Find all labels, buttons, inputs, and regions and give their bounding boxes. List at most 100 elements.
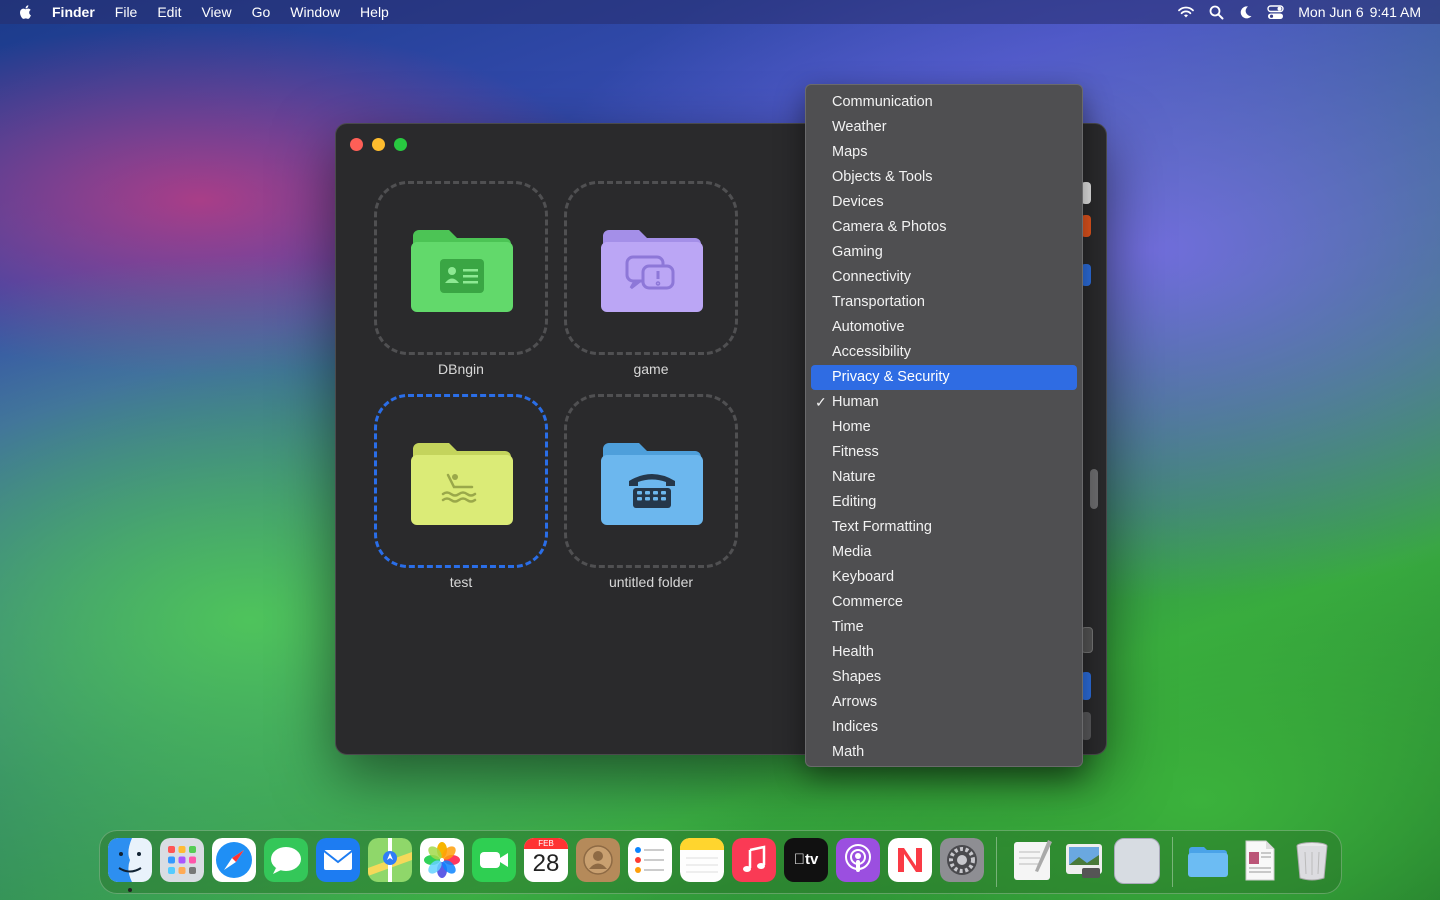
menu-item-checked[interactable]: ✓ Human	[811, 390, 1077, 415]
notes-icon[interactable]	[680, 838, 724, 882]
menu-item-label: Privacy & Security	[832, 369, 950, 385]
menu-item[interactable]: Transportation	[811, 290, 1077, 315]
menu-item-label: Transportation	[832, 294, 925, 310]
menu-item[interactable]: Math	[811, 740, 1077, 765]
facetime-icon[interactable]	[472, 838, 516, 882]
wifi-icon[interactable]	[1177, 5, 1195, 19]
menu-item-label: Keyboard	[832, 569, 895, 585]
menu-bar: Finder File Edit View Go Window Help Mon…	[0, 0, 1440, 24]
dock: FEB 28 tv	[99, 830, 1342, 894]
trash-icon[interactable]	[1290, 838, 1334, 882]
folder-tile-game[interactable]	[564, 181, 738, 355]
menu-app-name[interactable]: Finder	[52, 4, 95, 20]
menu-item-label: Fitness	[832, 444, 879, 460]
scrollbar-thumb[interactable]	[1090, 469, 1098, 509]
document-icon[interactable]	[1238, 838, 1282, 882]
menu-window[interactable]: Window	[290, 4, 340, 20]
launchpad-icon[interactable]	[160, 838, 204, 882]
tv-icon[interactable]: tv	[784, 838, 828, 882]
folder-label[interactable]: test	[361, 574, 561, 590]
safari-icon[interactable]	[212, 838, 256, 882]
close-button[interactable]	[350, 138, 363, 151]
folder-tile-test[interactable]	[374, 394, 548, 568]
zoom-button[interactable]	[394, 138, 407, 151]
menu-item[interactable]: Camera & Photos	[811, 215, 1077, 240]
menu-item[interactable]: Keyboard	[811, 565, 1077, 590]
folder-icon[interactable]	[1186, 838, 1230, 882]
contacts-icon[interactable]	[576, 838, 620, 882]
menu-item[interactable]: Text Formatting	[811, 515, 1077, 540]
menu-item[interactable]: Shapes	[811, 665, 1077, 690]
folder-label[interactable]: untitled folder	[551, 574, 751, 590]
menu-item[interactable]: Editing	[811, 490, 1077, 515]
app-icon[interactable]	[1114, 838, 1160, 884]
checkmark-icon: ✓	[815, 394, 827, 410]
menu-item[interactable]: Media	[811, 540, 1077, 565]
menu-item[interactable]: Commerce	[811, 590, 1077, 615]
menu-edit[interactable]: Edit	[157, 4, 181, 20]
finder-icon[interactable]	[108, 838, 152, 882]
menu-view[interactable]: View	[201, 4, 231, 20]
folder-tile-untitled[interactable]	[564, 394, 738, 568]
focus-moon-icon[interactable]	[1238, 5, 1253, 20]
folder-tile-dbngin[interactable]	[374, 181, 548, 355]
menu-item-label: Editing	[832, 494, 877, 510]
messages-icon[interactable]	[264, 838, 308, 882]
menu-item-highlighted[interactable]: Privacy & Security	[811, 365, 1077, 390]
menu-item[interactable]: Home	[811, 415, 1077, 440]
menu-item-label: Maps	[832, 144, 868, 160]
search-icon[interactable]	[1209, 5, 1224, 20]
news-icon[interactable]	[888, 838, 932, 882]
calendar-month: FEB	[524, 838, 568, 849]
menu-item-label: Accessibility	[832, 344, 911, 360]
tv-label: 	[794, 851, 805, 868]
menu-item[interactable]: Fitness	[811, 440, 1077, 465]
menu-item[interactable]: Objects & Tools	[811, 165, 1077, 190]
preview-icon[interactable]	[1062, 838, 1106, 882]
menu-item[interactable]: Nature	[811, 465, 1077, 490]
menu-item[interactable]: Time	[811, 615, 1077, 640]
menu-item[interactable]: Automotive	[811, 315, 1077, 340]
folder-label[interactable]: DBngin	[361, 361, 561, 377]
minimize-button[interactable]	[372, 138, 385, 151]
clock-time[interactable]: 9:41 AM	[1370, 4, 1421, 20]
folder-icon	[601, 230, 703, 312]
textedit-icon[interactable]	[1010, 838, 1054, 882]
menu-item-label: Gaming	[832, 244, 883, 260]
control-center-icon[interactable]	[1267, 4, 1284, 20]
system-settings-icon[interactable]	[940, 838, 984, 882]
id-card-icon	[440, 259, 484, 293]
calendar-day: 28	[532, 850, 560, 877]
menu-item[interactable]: Gaming	[811, 240, 1077, 265]
reminders-icon[interactable]	[628, 838, 672, 882]
menu-item[interactable]: Weather	[811, 115, 1077, 140]
calendar-icon[interactable]: FEB 28	[524, 838, 568, 882]
menu-item[interactable]: Communication	[811, 90, 1077, 115]
menu-item[interactable]: Accessibility	[811, 340, 1077, 365]
running-indicator	[128, 888, 132, 892]
menu-item-label: Human	[832, 394, 879, 410]
clock-date[interactable]: Mon Jun 6	[1298, 4, 1363, 20]
photos-icon[interactable]	[420, 838, 464, 882]
inspector-strip	[1081, 124, 1105, 754]
music-icon[interactable]	[732, 838, 776, 882]
menu-item-label: Devices	[832, 194, 884, 210]
menu-help[interactable]: Help	[360, 4, 389, 20]
menu-item[interactable]: Arrows	[811, 690, 1077, 715]
folder-icon	[411, 443, 513, 525]
menu-item[interactable]: Health	[811, 640, 1077, 665]
menu-item[interactable]: Maps	[811, 140, 1077, 165]
maps-icon[interactable]	[368, 838, 412, 882]
dock-separator	[996, 837, 997, 887]
menu-item[interactable]: Indices	[811, 715, 1077, 740]
folder-label[interactable]: game	[551, 361, 751, 377]
menu-item-label: Communication	[832, 94, 933, 110]
apple-icon[interactable]	[18, 4, 34, 20]
menu-item[interactable]: Connectivity	[811, 265, 1077, 290]
menu-file[interactable]: File	[115, 4, 138, 20]
menu-item[interactable]: Devices	[811, 190, 1077, 215]
mail-icon[interactable]	[316, 838, 360, 882]
menu-go[interactable]: Go	[252, 4, 271, 20]
podcasts-icon[interactable]	[836, 838, 880, 882]
folder-icon	[601, 443, 703, 525]
